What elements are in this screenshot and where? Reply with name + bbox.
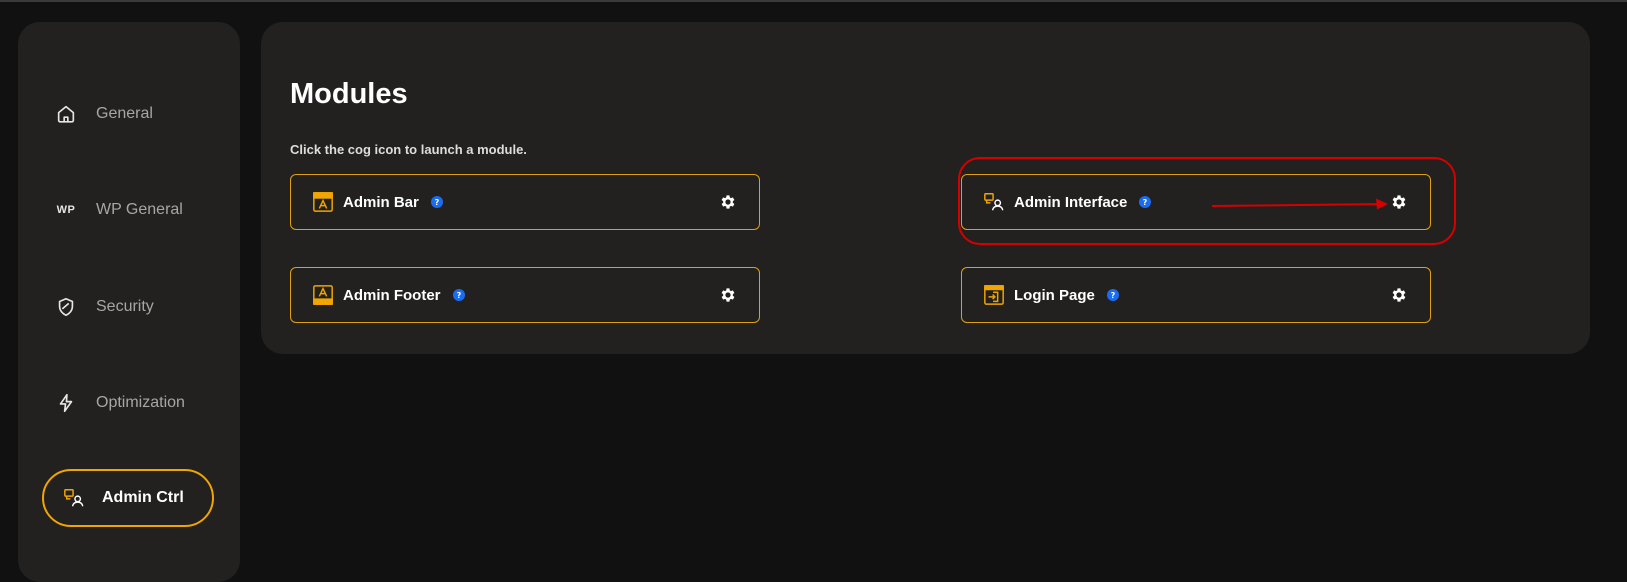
sidebar-item-security[interactable]: Security — [40, 279, 210, 335]
svg-text:?: ? — [1111, 291, 1116, 300]
sidebar-item-label: Optimization — [96, 394, 185, 411]
admin-footer-icon — [311, 283, 335, 307]
help-icon[interactable]: ? — [452, 289, 465, 301]
admin-ctrl-icon — [62, 486, 86, 510]
top-border — [0, 0, 1627, 2]
home-icon — [54, 102, 78, 126]
module-label: Admin Interface — [1014, 193, 1128, 211]
gear-icon[interactable] — [1390, 286, 1408, 304]
module-admin-footer: Admin Footer ? — [290, 267, 760, 323]
admin-interface-icon — [982, 190, 1006, 214]
sidebar-item-label: Admin Ctrl — [102, 489, 184, 506]
svg-text:?: ? — [456, 291, 461, 300]
gear-icon[interactable] — [1390, 193, 1408, 211]
module-admin-bar: Admin Bar ? — [290, 174, 760, 230]
sidebar-item-admin-ctrl[interactable]: Admin Ctrl — [42, 469, 214, 527]
gear-icon[interactable] — [719, 286, 737, 304]
page-subtitle: Click the cog icon to launch a module. — [290, 142, 527, 157]
sidebar-item-label: General — [96, 105, 153, 122]
sidebar-item-label: WP General — [96, 201, 183, 218]
module-label: Admin Bar — [343, 193, 419, 211]
help-icon[interactable]: ? — [430, 196, 443, 208]
sidebar-item-optimization[interactable]: Optimization — [40, 375, 210, 431]
modules-panel: Modules Click the cog icon to launch a m… — [261, 22, 1590, 354]
module-admin-interface: Admin Interface ? — [961, 174, 1431, 230]
gear-icon[interactable] — [719, 193, 737, 211]
module-label: Login Page — [1014, 286, 1095, 304]
svg-text:?: ? — [1143, 198, 1148, 207]
sidebar-item-wp-general[interactable]: WP WP General — [40, 182, 210, 238]
module-login-page: Login Page ? — [961, 267, 1431, 323]
sidebar-item-general[interactable]: General — [40, 86, 210, 142]
help-icon[interactable]: ? — [1139, 196, 1152, 208]
page-title: Modules — [290, 78, 408, 110]
lightning-icon — [54, 391, 78, 415]
shield-icon — [54, 295, 78, 319]
module-label: Admin Footer — [343, 286, 441, 304]
sidebar-item-label: Security — [96, 298, 154, 315]
sidebar: General WP WP General Security Optimizat… — [18, 22, 240, 582]
help-icon[interactable]: ? — [1106, 289, 1119, 301]
login-page-icon — [982, 283, 1006, 307]
svg-text:?: ? — [435, 198, 440, 207]
wp-icon: WP — [56, 204, 76, 216]
admin-bar-icon — [311, 190, 335, 214]
